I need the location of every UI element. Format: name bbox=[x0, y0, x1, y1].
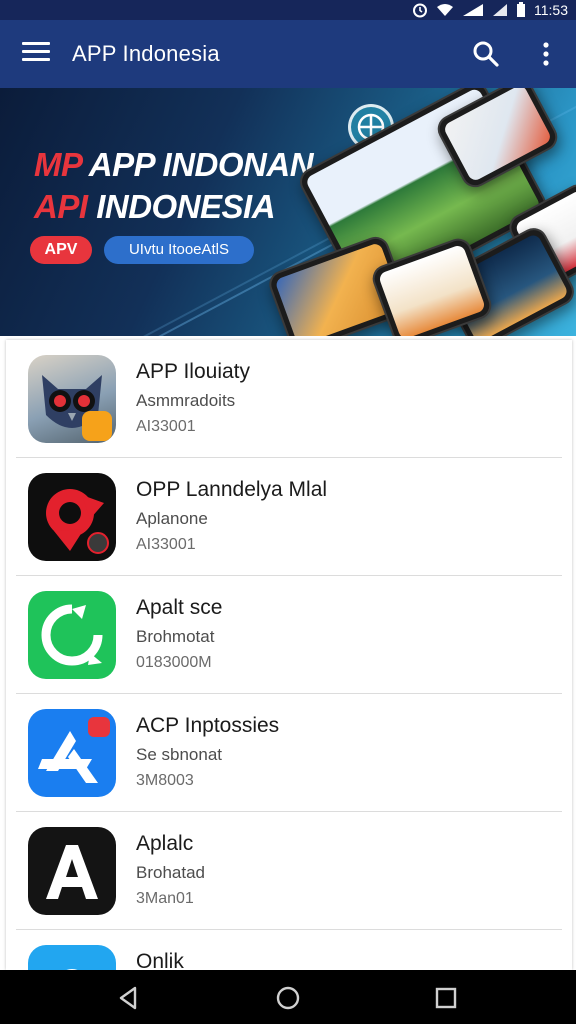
owl-robot-icon bbox=[28, 355, 116, 443]
letter-a-icon bbox=[28, 827, 116, 915]
clock: 11:53 bbox=[534, 2, 568, 18]
search-icon[interactable] bbox=[472, 40, 500, 68]
app-bar: APP Indonesia bbox=[0, 20, 576, 88]
page-title: APP Indonesia bbox=[72, 41, 220, 66]
signal-icon-2 bbox=[493, 4, 507, 16]
list-item[interactable]: Aplalc Brohatad 3Man01 bbox=[6, 812, 572, 930]
app-size: AI33001 bbox=[136, 536, 196, 553]
blue-cloud-icon bbox=[28, 945, 116, 970]
home-icon[interactable] bbox=[274, 984, 302, 1012]
battery-icon bbox=[517, 2, 525, 17]
green-refresh-icon bbox=[28, 591, 116, 679]
menu-icon[interactable] bbox=[22, 42, 50, 66]
more-options-icon[interactable] bbox=[534, 40, 558, 68]
list-item[interactable]: ACP Inptossies Se sbnonat 3M8003 bbox=[6, 694, 572, 812]
app-size: 3M8003 bbox=[136, 772, 194, 789]
app-subtitle: Asmmradoits bbox=[136, 391, 236, 410]
promo-banner[interactable]: MP APP INDONAN API INDONESIA APV UIvtu I… bbox=[0, 88, 576, 336]
recents-icon[interactable] bbox=[432, 984, 460, 1012]
app-name: OPP Lanndelya Mlal bbox=[136, 478, 328, 501]
banner-headline-1: MP APP INDONAN bbox=[34, 146, 314, 183]
app-name: ACP Inptossies bbox=[136, 714, 280, 737]
app-list: APP Ilouiaty Asmmradoits AI33001 OPP Lan… bbox=[6, 340, 572, 970]
list-item[interactable]: Apalt sce Brohmotat 0183000M bbox=[6, 576, 572, 694]
app-name: Apalt sce bbox=[136, 596, 223, 619]
app-size: 0183000M bbox=[136, 654, 212, 671]
app-name: Onlik bbox=[136, 950, 184, 970]
list-item[interactable]: OPP Lanndelya Mlal Aplanone AI33001 bbox=[6, 458, 572, 576]
wifi-icon bbox=[437, 4, 453, 16]
app-size: 3Man01 bbox=[136, 890, 194, 907]
red-pin-icon bbox=[28, 473, 116, 561]
app-name: APP Ilouiaty bbox=[136, 360, 251, 383]
app-subtitle: Brohmotat bbox=[136, 627, 215, 646]
alarm-icon bbox=[413, 3, 427, 18]
app-subtitle: Se sbnonat bbox=[136, 745, 223, 764]
app-subtitle: Aplanone bbox=[136, 509, 208, 528]
status-icons: 11:53 bbox=[412, 0, 568, 20]
list-item[interactable]: APP Ilouiaty Asmmradoits AI33001 bbox=[6, 340, 572, 458]
navigation-bar bbox=[0, 970, 576, 1024]
banner-headline-2: API INDONESIA bbox=[34, 188, 276, 225]
back-icon[interactable] bbox=[114, 984, 142, 1012]
list-item[interactable]: Onlik bbox=[6, 930, 572, 970]
app-size: AI33001 bbox=[136, 418, 196, 435]
app-name: Aplalc bbox=[136, 832, 194, 855]
app-store-icon bbox=[28, 709, 116, 797]
banner-pill-blue[interactable]: UIvtu ItooeAtlS bbox=[104, 236, 254, 264]
app-subtitle: Brohatad bbox=[136, 863, 205, 882]
status-bar: 11:53 bbox=[0, 0, 576, 20]
signal-icon bbox=[463, 4, 483, 16]
banner-pill-red[interactable]: APV bbox=[30, 236, 92, 264]
